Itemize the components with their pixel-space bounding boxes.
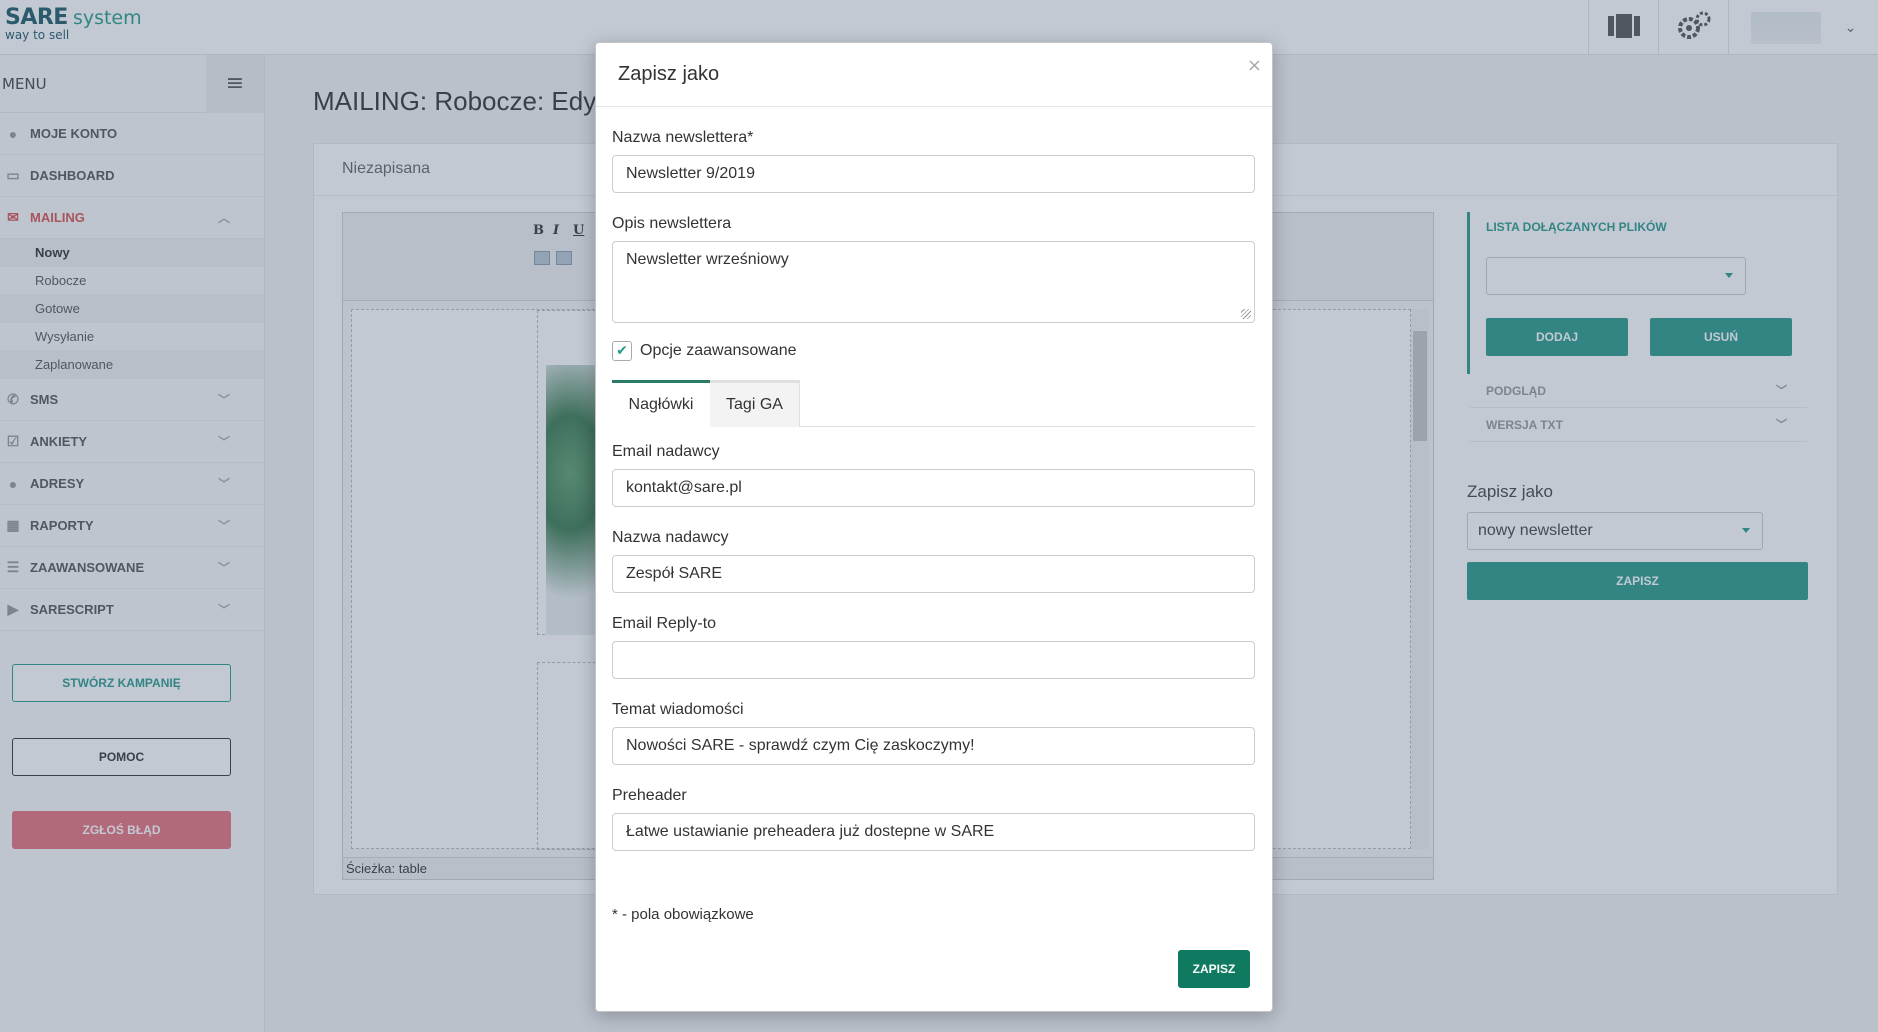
close-icon[interactable]: × [1247,55,1262,76]
subject-input[interactable]: Nowości SARE - sprawdź czym Cię zaskoczy… [612,727,1255,765]
dialog-title: Zapisz jako [618,63,720,85]
newsletter-description-label: Opis newslettera [612,215,732,232]
reply-to-input[interactable] [612,641,1255,679]
save-as-dialog: Zapisz jako × Nazwa newslettera* Newslet… [595,42,1273,1012]
newsletter-name-label: Nazwa newslettera* [612,129,754,146]
subject-label: Temat wiadomości [612,701,744,718]
tab-naglowki[interactable]: Nagłówki [612,380,710,427]
dialog-save-button[interactable]: ZAPISZ [1178,950,1250,988]
sender-email-input[interactable]: kontakt@sare.pl [612,469,1255,507]
newsletter-description-textarea[interactable]: Newsletter wrześniowy [612,241,1255,323]
preheader-input[interactable]: Łatwe ustawianie preheadera już dostepne… [612,813,1255,851]
sender-name-input[interactable]: Zespół SARE [612,555,1255,593]
sender-email-label: Email nadawcy [612,443,720,460]
advanced-options-row[interactable]: ✔ Opcje zaawansowane [612,341,797,361]
advanced-options-label: Opcje zaawansowane [640,342,797,359]
required-fields-note: * - pola obowiązkowe [612,906,754,923]
sender-name-label: Nazwa nadawcy [612,529,729,546]
newsletter-name-input[interactable]: Newsletter 9/2019 [612,155,1255,193]
reply-to-label: Email Reply-to [612,615,717,632]
tab-tagi-ga[interactable]: Tagi GA [710,380,800,427]
advanced-options-checkbox[interactable]: ✔ [612,341,632,361]
resize-grip-icon[interactable] [1241,309,1251,319]
dialog-header: Zapisz jako × [596,43,1272,107]
preheader-label: Preheader [612,787,687,804]
dialog-tabs: Nagłówki Tagi GA [612,380,1255,427]
